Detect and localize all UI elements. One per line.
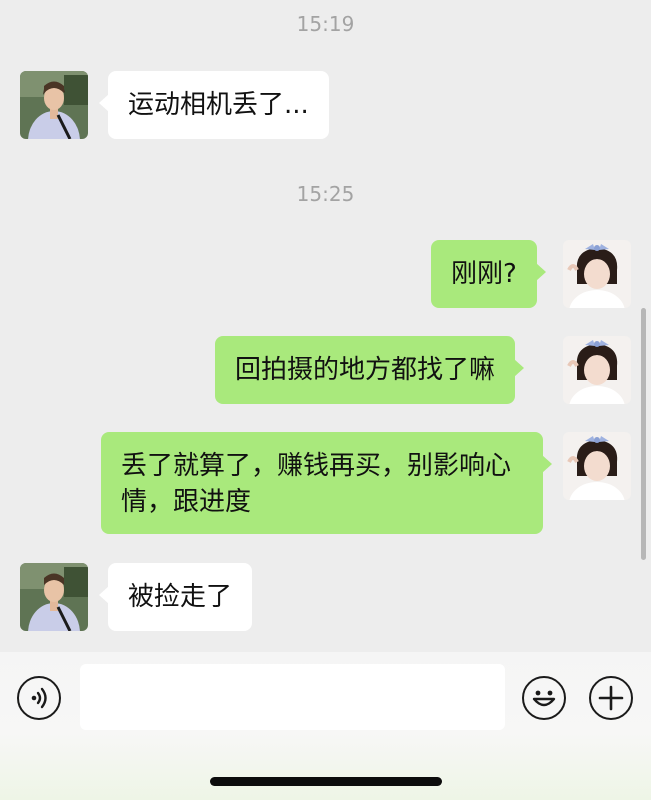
contact-avatar[interactable] <box>20 563 88 631</box>
message-bubble[interactable]: 丢了就算了，赚钱再买，别影响心情，跟进度 <box>101 432 552 534</box>
message-bubble[interactable]: 被捡走了 <box>98 563 253 631</box>
self-avatar[interactable] <box>563 336 631 404</box>
plus-button[interactable] <box>589 676 633 720</box>
self-avatar[interactable] <box>563 240 631 308</box>
message-bubble[interactable]: 回拍摄的地方都找了嘛 <box>215 336 525 404</box>
message-input[interactable] <box>80 664 505 730</box>
timestamp: 15:19 <box>296 12 355 36</box>
scrollbar[interactable] <box>641 308 646 560</box>
emoji-icon <box>532 690 556 707</box>
message-bubble[interactable]: 运动相机丢了... <box>99 71 329 139</box>
chat-area[interactable]: 15:19 运动相机丢了... 15:25 刚刚? 回拍摄的地方都找了嘛 丢了就… <box>0 0 651 652</box>
home-indicator[interactable] <box>210 777 442 786</box>
voice-button[interactable] <box>17 676 61 720</box>
contact-avatar[interactable] <box>20 71 88 139</box>
emoji-button[interactable] <box>522 676 566 720</box>
message-text: 运动相机丢了... <box>128 90 309 120</box>
plus-icon <box>598 685 624 711</box>
message-text: 刚刚? <box>451 259 517 289</box>
message-bubble[interactable]: 刚刚? <box>431 240 546 308</box>
message-text: 丢了就算了，赚钱再买，别影响心情，跟进度 <box>121 451 512 517</box>
voice-icon <box>31 687 47 709</box>
message-text: 回拍摄的地方都找了嘛 <box>235 355 496 385</box>
message-text: 被捡走了 <box>128 582 233 612</box>
timestamp: 15:25 <box>296 182 355 206</box>
self-avatar[interactable] <box>563 432 631 500</box>
